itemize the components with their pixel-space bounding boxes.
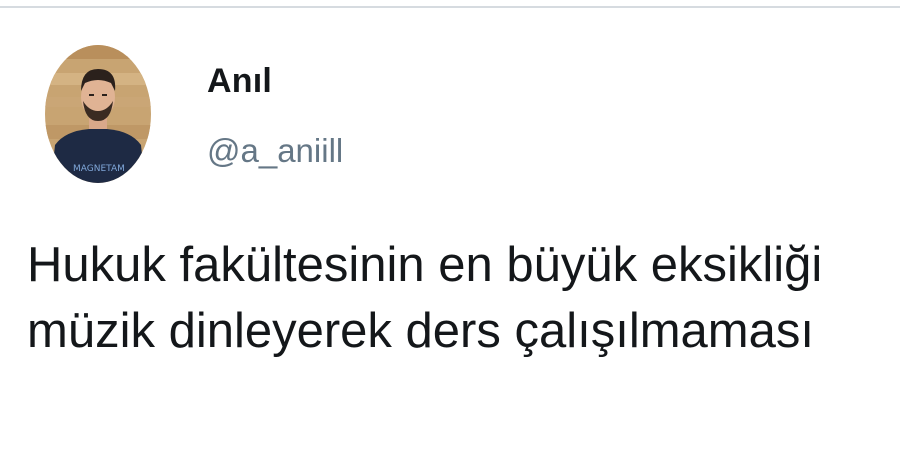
tweet-card: MAGNETAM Anıl @a_aniill Hukuk fakültesin… (0, 0, 900, 471)
display-name[interactable]: Anıl (207, 62, 272, 101)
svg-text:MAGNETAM: MAGNETAM (73, 164, 125, 174)
avatar[interactable]: MAGNETAM (45, 45, 151, 183)
top-divider (0, 6, 900, 8)
avatar-image: MAGNETAM (45, 45, 151, 183)
user-handle[interactable]: @a_aniill (207, 132, 343, 170)
tweet-text: Hukuk fakültesinin en büyük eksikliği mü… (27, 238, 823, 358)
